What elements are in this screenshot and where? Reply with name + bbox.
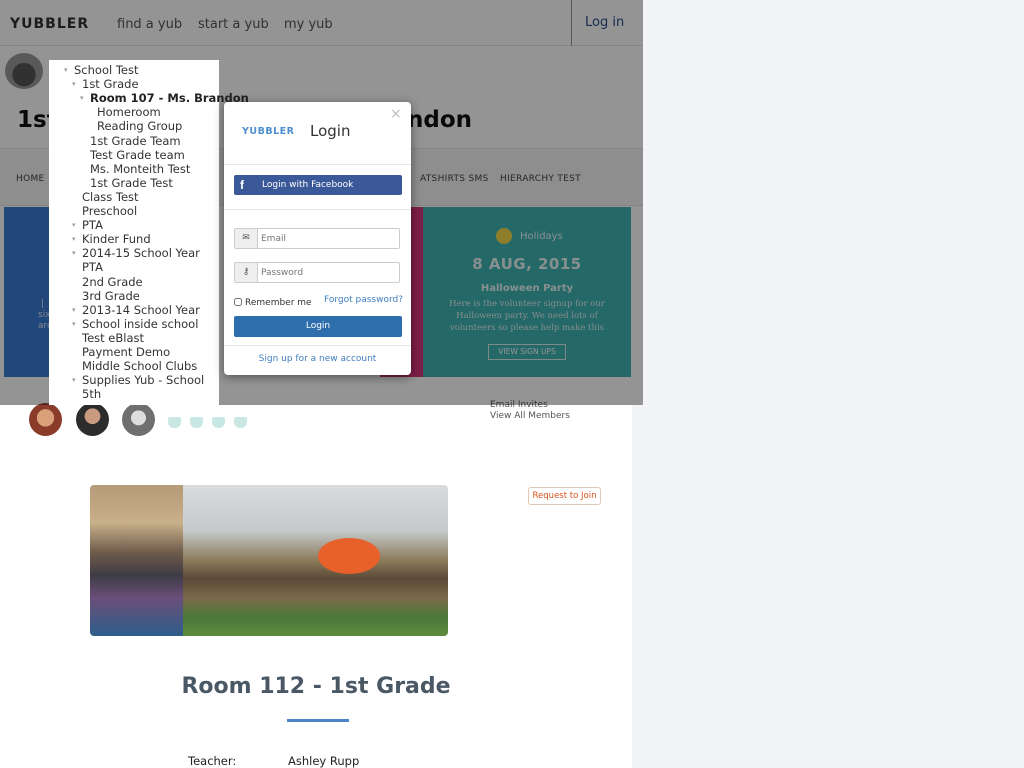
hierarchy-item[interactable]: School Test (74, 63, 138, 77)
hierarchy-item[interactable]: 2nd Grade (82, 275, 143, 289)
remember-me-label: Remember me (245, 298, 312, 308)
hierarchy-item[interactable]: Ms. Monteith Test (90, 162, 190, 176)
hierarchy-item[interactable]: 2013-14 School Year (82, 303, 200, 317)
login-button[interactable]: Login (234, 316, 402, 337)
member-placeholder (212, 417, 225, 428)
facebook-button-label: Login with Facebook (262, 180, 354, 190)
member-placeholder (168, 417, 181, 428)
password-input[interactable] (261, 265, 397, 280)
hierarchy-item[interactable]: Kinder Fund (82, 232, 151, 246)
modal-logo: YUBBLER (242, 126, 295, 137)
title-underline (287, 719, 349, 722)
login-modal: × YUBBLER Login f Login with Facebook ✉ … (224, 102, 411, 375)
chevron-down-icon[interactable]: ▾ (72, 77, 76, 91)
group-title: Room 112 - 1st Grade (181, 674, 451, 699)
hierarchy-item[interactable]: Reading Group (97, 119, 182, 133)
hierarchy-item[interactable]: 2014-15 School Year (82, 246, 200, 260)
hierarchy-item[interactable]: Test Grade team (90, 148, 185, 162)
hierarchy-item[interactable]: 5th (82, 387, 101, 401)
hierarchy-item[interactable]: PTA (82, 218, 103, 232)
hierarchy-item[interactable]: Preschool (82, 204, 137, 218)
facebook-icon: f (240, 178, 244, 192)
group-photo-pumpkin-patch (183, 485, 448, 636)
hierarchy-item[interactable]: Test eBlast (82, 331, 144, 345)
chevron-down-icon[interactable]: ▾ (72, 317, 76, 331)
key-icon: ⚷ (235, 263, 258, 282)
hierarchy-item[interactable]: School inside school (82, 317, 198, 331)
modal-divider (224, 345, 411, 346)
hierarchy-item[interactable]: 3rd Grade (82, 289, 140, 303)
member-avatar[interactable] (122, 403, 155, 436)
member-placeholder (234, 417, 247, 428)
remember-me-checkbox[interactable] (234, 298, 242, 306)
email-field: ✉ (234, 228, 400, 249)
hierarchy-item[interactable]: 1st Grade (82, 77, 139, 91)
chevron-down-icon[interactable]: ▾ (72, 218, 76, 232)
chevron-down-icon[interactable]: ▾ (64, 63, 68, 77)
member-placeholder (190, 417, 203, 428)
password-field: ⚷ (234, 262, 400, 283)
chevron-down-icon[interactable]: ▾ (72, 232, 76, 246)
chevron-down-icon[interactable]: ▾ (72, 303, 76, 317)
close-icon[interactable]: × (390, 106, 402, 122)
teacher-label: Teacher: (188, 754, 237, 768)
chevron-down-icon[interactable]: ▾ (72, 246, 76, 260)
hierarchy-item[interactable]: Payment Demo (82, 345, 170, 359)
remember-me[interactable]: Remember me (234, 298, 312, 308)
login-with-facebook-button[interactable]: f Login with Facebook (234, 175, 402, 195)
group-photo-classroom (90, 485, 183, 636)
envelope-icon: ✉ (235, 229, 258, 248)
hierarchy-item[interactable]: 1st Grade Test (90, 176, 173, 190)
member-avatar[interactable] (76, 403, 109, 436)
hierarchy-item[interactable]: Middle School Clubs (82, 359, 197, 373)
page-edge (632, 405, 643, 768)
email-input[interactable] (261, 231, 397, 246)
hierarchy-item[interactable]: Class Test (82, 190, 139, 204)
pumpkin-shape (318, 538, 380, 574)
hierarchy-item[interactable]: 1st Grade Team (90, 134, 181, 148)
hierarchy-item[interactable]: Supplies Yub - School (82, 373, 204, 387)
modal-divider (224, 164, 411, 165)
chevron-down-icon[interactable]: ▾ (72, 373, 76, 387)
forgot-password-link[interactable]: Forgot password? (324, 295, 403, 305)
hierarchy-item[interactable]: Homeroom (97, 105, 161, 119)
teacher-name: Ashley Rupp (288, 754, 360, 768)
hierarchy-dropdown: ▾ School Test ▾ 1st Grade ▾ Room 107 - Ms. Br… (49, 60, 249, 405)
sign-up-link[interactable]: Sign up for a new account (224, 354, 411, 364)
hierarchy-item[interactable]: PTA (82, 260, 103, 274)
page: YUBBLER find a yub start a yub my yub Lo… (0, 0, 643, 768)
modal-title: Login (310, 122, 351, 140)
modal-divider (224, 209, 411, 210)
chevron-down-icon[interactable]: ▾ (80, 91, 84, 105)
view-all-members-link[interactable]: View All Members (490, 411, 570, 421)
request-to-join-button[interactable]: Request to Join (528, 487, 601, 505)
member-avatar[interactable] (29, 403, 62, 436)
